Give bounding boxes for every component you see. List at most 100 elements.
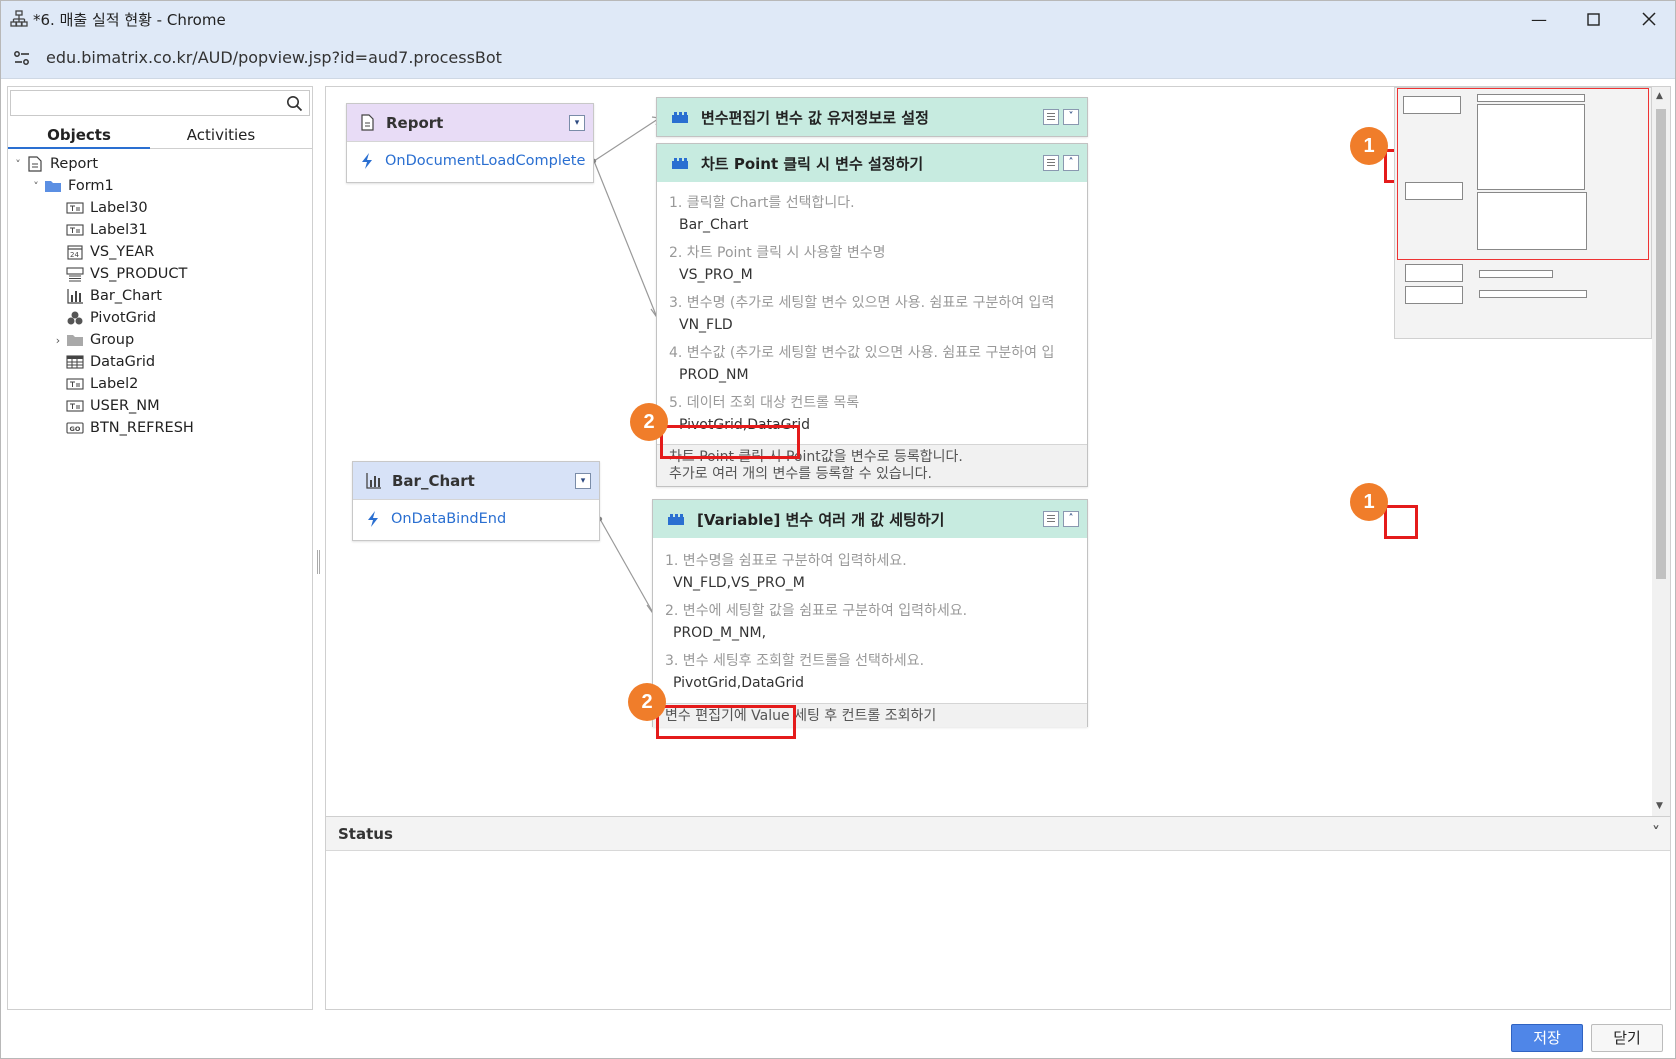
tree-item-label31[interactable]: Label31	[66, 219, 148, 241]
tree-item-label: BTN_REFRESH	[90, 420, 194, 436]
collapse-button[interactable]: ˄	[1063, 511, 1079, 527]
tree-item-group[interactable]: › Group	[52, 329, 134, 351]
list-icon[interactable]	[1043, 511, 1059, 527]
folder-icon	[45, 181, 61, 192]
save-button[interactable]: 저장	[1511, 1024, 1583, 1052]
block-icon	[668, 514, 684, 525]
param-value[interactable]: VN_FLD,VS_PRO_M	[673, 575, 805, 591]
minimize-button[interactable]: —	[1515, 5, 1563, 33]
bar-chart-node-header: Bar_Chart ▾	[353, 462, 599, 500]
param-label: 4. 변수값 (추가로 세팅할 변수값 있으면 사용. 쉼표로 구분하여 입	[669, 345, 1055, 361]
status-header[interactable]: Status ˅	[326, 817, 1670, 851]
search-input[interactable]	[15, 91, 275, 114]
minimap[interactable]	[1394, 87, 1652, 339]
sitemap-icon	[10, 10, 28, 27]
activity-title: 차트 Point 클릭 시 변수 설정하기	[701, 154, 924, 173]
tree-item-report[interactable]: ˅ Report	[12, 153, 98, 175]
activity-variable-multi-set[interactable]: [Variable] 변수 여러 개 값 세팅하기 ˄ 1. 변수명을 쉼표로 …	[652, 499, 1088, 727]
pivot-icon	[67, 311, 83, 325]
tree-item-btn-refresh[interactable]: GO BTN_REFRESH	[66, 417, 194, 439]
tab-activities[interactable]: Activities	[150, 123, 292, 149]
tree-item-form1[interactable]: ˅ Form1	[30, 175, 114, 197]
scrollbar-thumb[interactable]	[1656, 109, 1666, 579]
chevron-down-icon: ▾	[580, 476, 586, 486]
event-row[interactable]: OnDocumentLoadComplete	[347, 142, 593, 180]
param-label: 3. 변수 세팅후 조회할 컨트롤을 선택하세요.	[665, 653, 925, 669]
calendar-icon: 24	[67, 245, 83, 260]
chevron-down-icon[interactable]: ˅	[1652, 823, 1660, 842]
status-title: Status	[338, 824, 393, 843]
activity-header: [Variable] 변수 여러 개 값 세팅하기 ˄	[653, 500, 1087, 538]
site-settings-icon[interactable]	[12, 48, 32, 68]
close-window-button[interactable]	[1625, 5, 1673, 33]
bar-chart-icon	[366, 473, 381, 489]
node-dropdown-button[interactable]: ▾	[575, 473, 591, 489]
tree-item-label: DataGrid	[90, 354, 156, 370]
minimap-viewport[interactable]	[1397, 88, 1649, 260]
param-value[interactable]: PROD_NM	[679, 367, 749, 383]
lightning-icon	[368, 511, 378, 527]
bar-chart-event-node[interactable]: Bar_Chart ▾ OnDataBindEnd	[352, 461, 600, 541]
group-folder-icon	[67, 335, 83, 346]
collapse-button[interactable]: ˄	[1063, 155, 1079, 171]
title-bar: *6. 매출 실적 현황 - Chrome —	[1, 1, 1675, 37]
panel-splitter[interactable]	[317, 550, 320, 574]
report-event-node[interactable]: Report ▾ OnDocumentLoadComplete	[346, 103, 594, 183]
tree-item-pivotgrid[interactable]: PivotGrid	[66, 307, 156, 329]
tab-objects[interactable]: Objects	[8, 123, 150, 149]
event-label: OnDataBindEnd	[391, 511, 507, 527]
tree-item-label30[interactable]: Label30	[66, 197, 148, 219]
activity-user-info-variable[interactable]: 변수편집기 변수 값 유저정보로 설정 ˅	[656, 97, 1088, 137]
param-value[interactable]: PROD_M_NM,	[673, 625, 766, 641]
tree-item-datagrid[interactable]: DataGrid	[66, 351, 155, 373]
process-canvas: Report ▾ OnDocumentLoadComplete Bar_Char…	[325, 86, 1671, 816]
expand-button[interactable]: ˅	[1063, 109, 1079, 125]
minimap-node	[1479, 270, 1553, 278]
lightning-icon	[362, 153, 372, 169]
node-dropdown-button[interactable]: ▾	[569, 115, 585, 131]
canvas-scrollbar[interactable]: ▲ ▼	[1652, 87, 1670, 816]
tree-item-label2[interactable]: Label2	[66, 373, 138, 395]
param-label: 3. 변수명 (추가로 세팅할 변수 있으면 사용. 쉼표로 구분하여 입력	[669, 295, 1055, 311]
chevron-down-icon: ˅	[1068, 111, 1074, 122]
list-icon[interactable]	[1043, 109, 1059, 125]
chevron-right-icon[interactable]: ›	[52, 334, 64, 347]
list-icon[interactable]	[1043, 155, 1059, 171]
window-title: *6. 매출 실적 현황 - Chrome	[33, 11, 226, 29]
tree-item-label: Label30	[90, 200, 148, 216]
url-text[interactable]: edu.bimatrix.co.kr/AUD/popview.jsp?id=au…	[46, 48, 502, 67]
chevron-down-icon[interactable]: ˅	[12, 158, 24, 171]
param-label: 5. 데이터 조회 대상 컨트롤 목록	[669, 395, 860, 411]
param-value[interactable]: VN_FLD	[679, 317, 733, 333]
tree-item-label: PivotGrid	[90, 310, 157, 326]
tree-item-bar-chart[interactable]: Bar_Chart	[66, 285, 162, 307]
search-icon[interactable]	[286, 95, 303, 112]
param-value[interactable]: PivotGrid,DataGrid	[673, 675, 804, 691]
event-row[interactable]: OnDataBindEnd	[353, 500, 599, 538]
tree-item-label: Group	[90, 332, 135, 348]
highlight-box	[1384, 505, 1418, 539]
param-value[interactable]: Bar_Chart	[679, 217, 748, 233]
scroll-up-icon[interactable]: ▲	[1656, 91, 1663, 101]
block-icon	[672, 158, 688, 169]
tree-item-label: Label31	[90, 222, 148, 238]
param-value[interactable]: VS_PRO_M	[679, 267, 753, 283]
scroll-down-icon[interactable]: ▼	[1656, 801, 1663, 811]
tree-item-label: Form1	[68, 178, 114, 194]
tree-item-label: VS_YEAR	[90, 244, 155, 260]
tree-item-label: Label2	[90, 376, 139, 392]
tree-item-vs-year[interactable]: 24 VS_YEAR	[66, 241, 154, 263]
tree-item-vs-product[interactable]: VS_PRODUCT	[66, 263, 187, 285]
minimap-node	[1479, 290, 1587, 298]
chevron-down-icon[interactable]: ˅	[30, 180, 42, 193]
combo-icon	[66, 267, 84, 282]
label-icon	[66, 400, 84, 412]
step-badge: 2	[630, 403, 668, 441]
report-icon	[361, 114, 374, 131]
maximize-button[interactable]	[1569, 5, 1617, 33]
close-button[interactable]: 닫기	[1591, 1024, 1663, 1052]
tree-item-user-nm[interactable]: USER_NM	[66, 395, 160, 417]
chevron-up-icon: ˄	[1068, 157, 1074, 168]
step-badge: 2	[628, 683, 666, 721]
node-title: Bar_Chart	[392, 471, 475, 490]
